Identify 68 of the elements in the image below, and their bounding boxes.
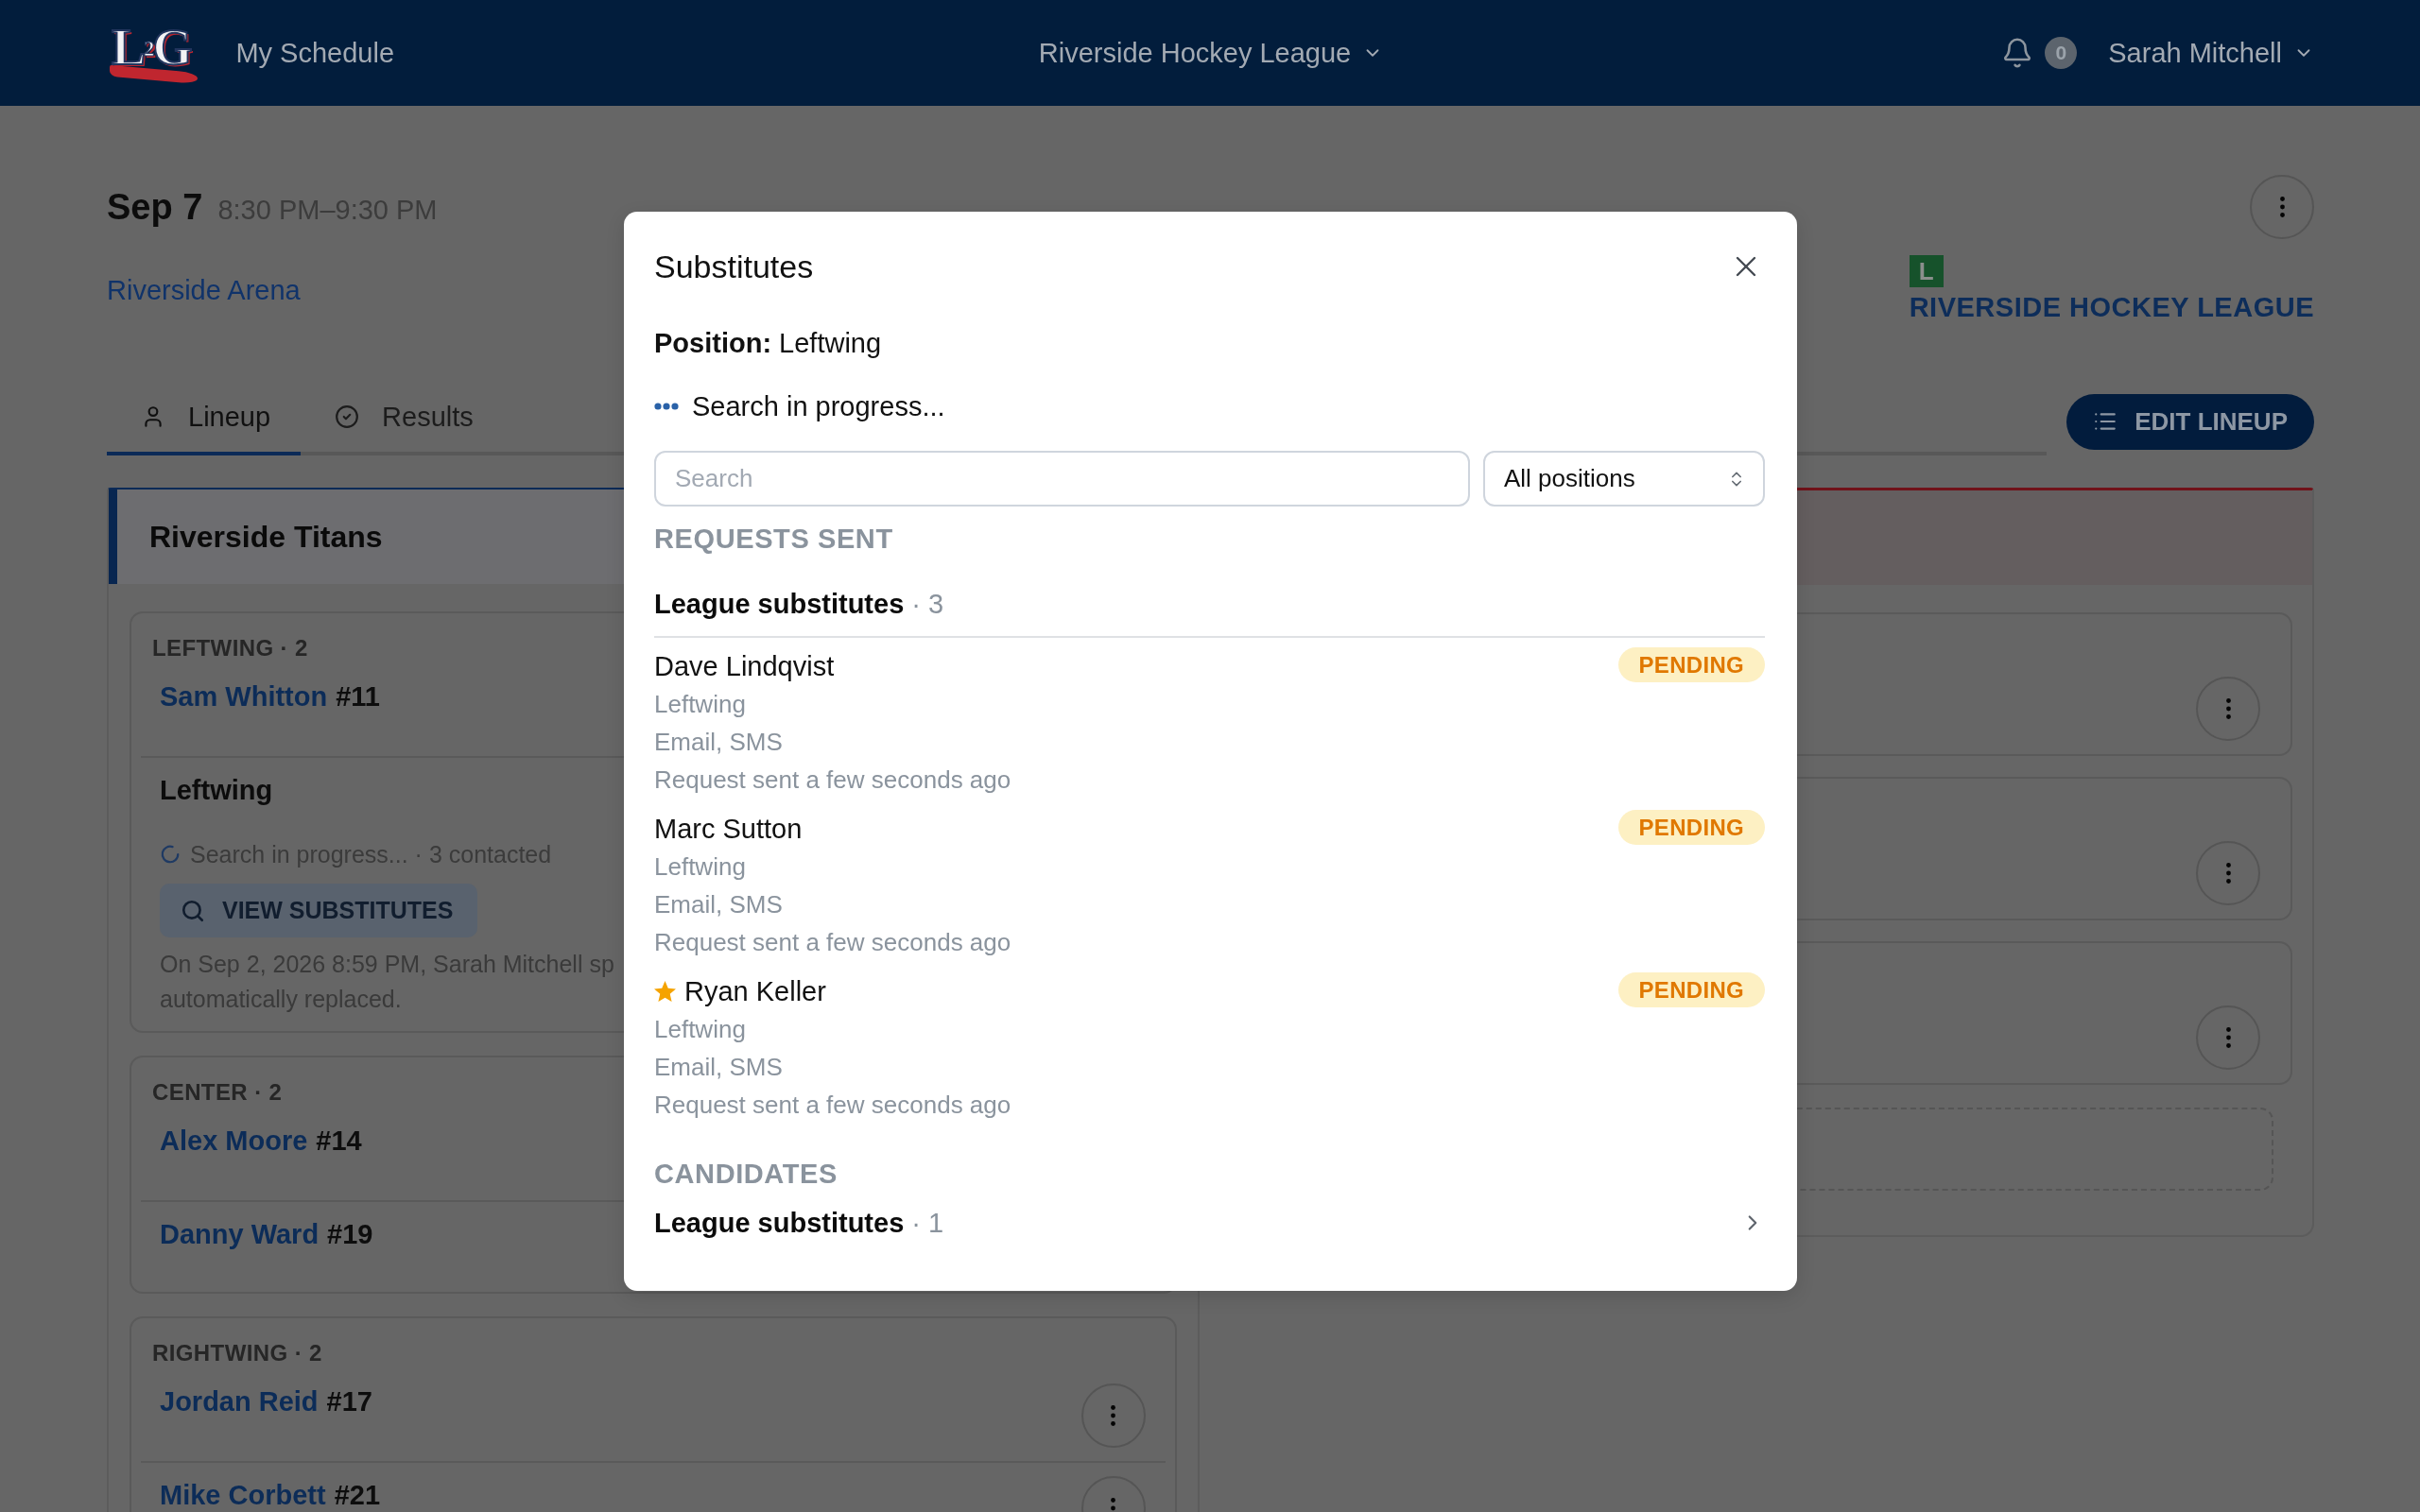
more-options-button[interactable]: [2250, 175, 2314, 239]
vertical-dots-icon: [1111, 1497, 1115, 1512]
my-schedule-link[interactable]: My Schedule: [235, 36, 395, 70]
position-select[interactable]: All positions: [1483, 451, 1765, 507]
jersey-number: #11: [336, 680, 380, 713]
position-group-title: CENTER · 2: [152, 1078, 283, 1107]
vertical-dots-icon: [2225, 1027, 2231, 1048]
jersey-number: #21: [334, 1479, 381, 1512]
player-name-link[interactable]: Alex Moore: [160, 1124, 308, 1158]
player-name-link[interactable]: Danny Ward: [160, 1217, 320, 1251]
tab[interactable]: Lineup: [107, 387, 302, 455]
player-name-link[interactable]: Jordan Reid: [160, 1384, 319, 1418]
loading-dots-icon: [654, 403, 679, 410]
contact-channels: Email, SMS: [654, 727, 783, 758]
section-heading: CANDIDATES: [654, 1158, 838, 1191]
section-heading: REQUESTS SENT: [654, 523, 894, 556]
player-name-link[interactable]: Mike Corbett: [160, 1478, 326, 1512]
check-circle-icon: [335, 404, 360, 429]
status-badge: PENDING: [1617, 810, 1765, 845]
league-name: RIVERSIDE HOCKEY LEAGUE: [1909, 291, 2314, 323]
vertical-dots-icon: [2279, 197, 2285, 217]
substitute-name: Marc Sutton: [654, 813, 803, 846]
contact-channels: Email, SMS: [654, 889, 783, 920]
league-badge: L: [1909, 255, 1944, 287]
jersey-number: #19: [327, 1218, 373, 1251]
edit-lineup-button[interactable]: EDIT LINEUP: [2066, 393, 2314, 450]
substitute-position: Leftwing: [654, 851, 746, 883]
user-menu[interactable]: Sarah Mitchell: [2108, 36, 2314, 70]
search-field[interactable]: Search: [654, 451, 1470, 507]
position-text: Position: Leftwing: [654, 327, 883, 360]
event-date: Sep 7: [107, 186, 203, 229]
request-sent-time: Request sent a few seconds ago: [654, 765, 1011, 796]
group-title: League substitutes: [654, 588, 905, 621]
search-status-text: Search in progress...: [692, 390, 945, 423]
search-icon: [181, 898, 205, 923]
status-badge: PENDING: [1617, 972, 1765, 1007]
tab[interactable]: Results: [301, 387, 504, 455]
jersey-number: #17: [326, 1385, 372, 1418]
open-position-title: Leftwing: [160, 774, 273, 807]
contact-channels: Email, SMS: [654, 1052, 783, 1083]
view-substitutes-button[interactable]: VIEW SUBSTITUTES: [160, 884, 478, 937]
group-count: · 1: [911, 1207, 944, 1240]
group-count: · 3: [911, 588, 944, 621]
status-badge: PENDING: [1617, 647, 1765, 682]
more-options-button[interactable]: [2196, 1005, 2260, 1070]
position-group-title: LEFTWING · 2: [152, 634, 308, 662]
vertical-dots-icon: [1111, 1404, 1115, 1426]
group-title: League substitutes: [654, 1207, 905, 1240]
request-sent-time: Request sent a few seconds ago: [654, 1090, 1011, 1121]
more-options-button[interactable]: [2196, 677, 2260, 741]
position-group-title: RIGHTWING · 2: [152, 1339, 322, 1367]
league-selector[interactable]: Riverside Hockey League: [1038, 36, 1384, 70]
vertical-dots-icon: [2225, 698, 2231, 719]
substitute-name: Dave Lindqvist: [654, 650, 835, 683]
dialog-title: Substitutes: [654, 248, 814, 286]
venue-link[interactable]: Riverside Arena: [107, 273, 301, 307]
request-sent-time: Request sent a few seconds ago: [654, 927, 1011, 958]
substitute-position: Leftwing: [654, 689, 746, 720]
app-logo[interactable]: L$^{2}$G: [108, 22, 199, 84]
substitute-name: Ryan Keller: [684, 975, 826, 1008]
vertical-dots-icon: [2225, 863, 2231, 884]
jersey-number: #14: [316, 1125, 362, 1158]
player-name-link[interactable]: Sam Whitton: [160, 679, 328, 713]
more-options-button[interactable]: [1080, 1383, 1146, 1448]
spinner-icon: [160, 844, 181, 865]
substitute-position: Leftwing: [654, 1014, 746, 1045]
notification-count-badge: 0: [2045, 37, 2078, 69]
more-options-button[interactable]: [2196, 841, 2260, 905]
